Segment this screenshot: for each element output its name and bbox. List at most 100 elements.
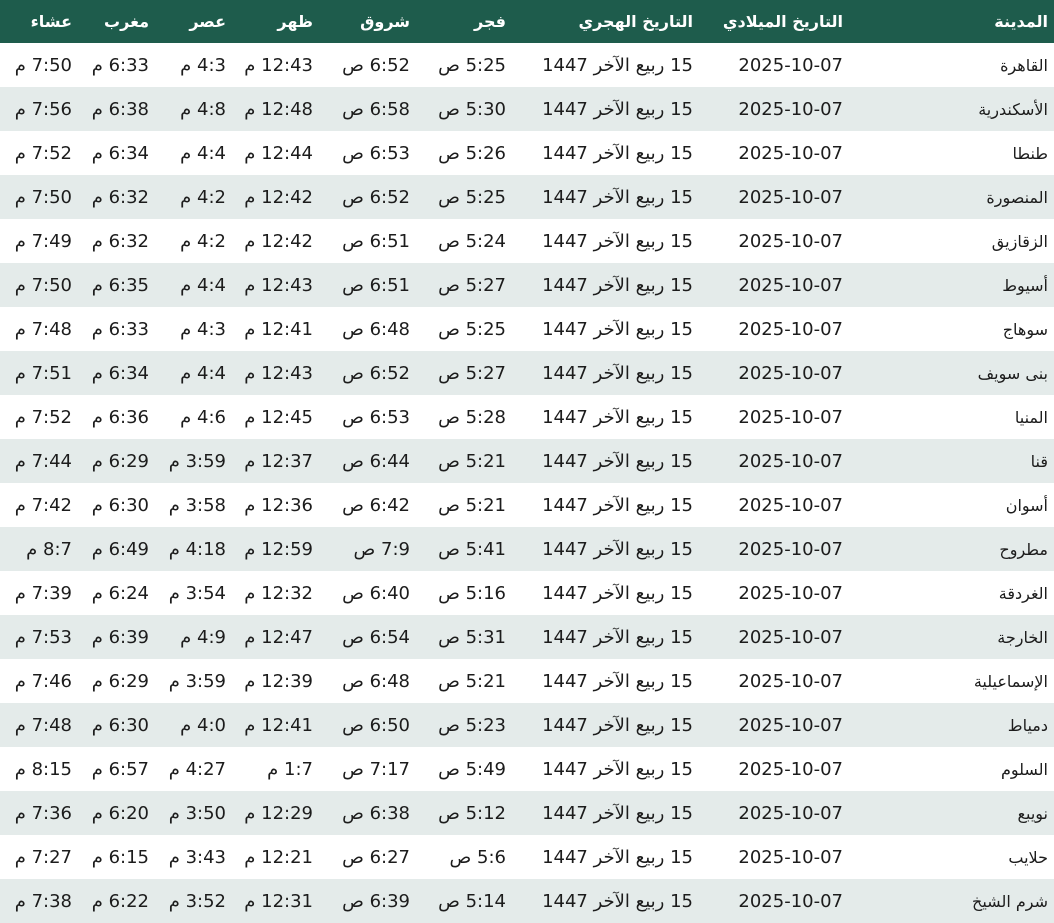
cell-isha: 7:36 م (14, 802, 72, 824)
cell-dhuhr: 12:21 م (244, 846, 313, 868)
cell-fajr: 5:28 ص (438, 406, 506, 428)
cell-dhuhr: 12:41 م (244, 318, 313, 340)
cell-shuruq: 6:52 ص (342, 54, 410, 76)
cell-gregorian-date: 2025-10-07 (738, 98, 843, 120)
cell-maghrib: 6:35 م (91, 274, 149, 296)
cell-maghrib: 6:49 م (91, 538, 149, 560)
table-header: المدينة التاريخ الميلادي التاريخ الهجري … (0, 0, 1054, 43)
cell-maghrib: 6:29 م (91, 450, 149, 472)
cell-maghrib: 6:34 م (91, 142, 149, 164)
cell-fajr: 5:6 ص (449, 846, 506, 868)
cell-city: مطروح (999, 539, 1048, 559)
cell-hijri-date: 15 ربيع الآخر 1447 (542, 758, 693, 780)
cell-gregorian-date: 2025-10-07 (738, 186, 843, 208)
header-maghrib: مغرب (104, 12, 149, 31)
cell-gregorian-date: 2025-10-07 (738, 802, 843, 824)
cell-isha: 7:52 م (14, 142, 72, 164)
header-shuruq: شروق (360, 12, 410, 31)
cell-city: شرم الشيخ (972, 891, 1048, 911)
cell-shuruq: 7:17 ص (342, 758, 410, 780)
cell-shuruq: 7:9 ص (353, 538, 410, 560)
table-row: الزقازيق 2025-10-07 15 ربيع الآخر 1447 5:24… (0, 219, 1054, 263)
cell-isha: 8:15 م (14, 758, 72, 780)
table-row: قنا 2025-10-07 15 ربيع الآخر 1447 5:21 ص 6:4… (0, 439, 1054, 483)
cell-city: قنا (1030, 451, 1048, 471)
header-dhuhr: ظهر (277, 12, 313, 31)
cell-isha: 7:48 م (14, 714, 72, 736)
cell-gregorian-date: 2025-10-07 (738, 54, 843, 76)
header-fajr: فجر (474, 12, 506, 31)
cell-dhuhr: 12:36 م (244, 494, 313, 516)
cell-asr: 4:18 م (168, 538, 226, 560)
cell-city: الزقازيق (991, 231, 1048, 251)
cell-gregorian-date: 2025-10-07 (738, 274, 843, 296)
cell-hijri-date: 15 ربيع الآخر 1447 (542, 450, 693, 472)
table-row: الغردقة 2025-10-07 15 ربيع الآخر 1447 5:16 … (0, 571, 1054, 615)
cell-isha: 7:51 م (14, 362, 72, 384)
cell-shuruq: 6:58 ص (342, 98, 410, 120)
cell-gregorian-date: 2025-10-07 (738, 318, 843, 340)
cell-gregorian-date: 2025-10-07 (738, 714, 843, 736)
cell-hijri-date: 15 ربيع الآخر 1447 (542, 538, 693, 560)
cell-maghrib: 6:30 م (91, 494, 149, 516)
table-row: الإسماعيلية 2025-10-07 15 ربيع الآخر 1447 5… (0, 659, 1054, 703)
table-row: القاهرة 2025-10-07 15 ربيع الآخر 1447 5:25 … (0, 43, 1054, 87)
cell-city: السلوم (1000, 759, 1048, 779)
cell-dhuhr: 12:29 م (244, 802, 313, 824)
cell-isha: 7:44 م (14, 450, 72, 472)
cell-asr: 3:52 م (168, 890, 226, 912)
cell-hijri-date: 15 ربيع الآخر 1447 (542, 230, 693, 252)
cell-isha: 7:38 م (14, 890, 72, 912)
cell-hijri-date: 15 ربيع الآخر 1447 (542, 582, 693, 604)
cell-fajr: 5:21 ص (438, 670, 506, 692)
cell-shuruq: 6:48 ص (342, 318, 410, 340)
cell-hijri-date: 15 ربيع الآخر 1447 (542, 362, 693, 384)
cell-asr: 3:59 م (168, 670, 226, 692)
cell-gregorian-date: 2025-10-07 (738, 626, 843, 648)
table-row: طنطا 2025-10-07 15 ربيع الآخر 1447 5:26 ص 6:… (0, 131, 1054, 175)
cell-fajr: 5:23 ص (438, 714, 506, 736)
cell-gregorian-date: 2025-10-07 (738, 406, 843, 428)
cell-hijri-date: 15 ربيع الآخر 1447 (542, 670, 693, 692)
cell-isha: 7:56 م (14, 98, 72, 120)
cell-hijri-date: 15 ربيع الآخر 1447 (542, 846, 693, 868)
cell-gregorian-date: 2025-10-07 (738, 362, 843, 384)
cell-shuruq: 6:53 ص (342, 142, 410, 164)
cell-gregorian-date: 2025-10-07 (738, 538, 843, 560)
cell-isha: 7:53 م (14, 626, 72, 648)
cell-city: أسوان (1005, 495, 1048, 515)
cell-asr: 3:50 م (168, 802, 226, 824)
cell-isha: 7:50 م (14, 54, 72, 76)
cell-hijri-date: 15 ربيع الآخر 1447 (542, 318, 693, 340)
cell-isha: 7:50 م (14, 274, 72, 296)
cell-shuruq: 6:51 ص (342, 230, 410, 252)
cell-isha: 7:49 م (14, 230, 72, 252)
header-hijri-date: التاريخ الهجري (578, 12, 693, 31)
cell-shuruq: 6:52 ص (342, 362, 410, 384)
cell-isha: 7:48 م (14, 318, 72, 340)
cell-asr: 3:58 م (168, 494, 226, 516)
cell-asr: 4:6 م (180, 406, 226, 428)
cell-dhuhr: 12:42 م (244, 230, 313, 252)
cell-shuruq: 6:40 ص (342, 582, 410, 604)
cell-asr: 4:27 م (168, 758, 226, 780)
cell-isha: 7:52 م (14, 406, 72, 428)
cell-city: سوهاج (1002, 319, 1048, 339)
cell-shuruq: 6:48 ص (342, 670, 410, 692)
cell-maghrib: 6:32 م (91, 186, 149, 208)
cell-dhuhr: 12:43 م (244, 274, 313, 296)
cell-dhuhr: 12:47 م (244, 626, 313, 648)
cell-city: الإسماعيلية (973, 671, 1048, 691)
header-gregorian-date: التاريخ الميلادي (722, 12, 843, 31)
cell-gregorian-date: 2025-10-07 (738, 670, 843, 692)
cell-city: أسيوط (1002, 275, 1048, 295)
table-row: نويبع 2025-10-07 15 ربيع الآخر 1447 5:12 ص 6… (0, 791, 1054, 835)
table-row: مطروح 2025-10-07 15 ربيع الآخر 1447 5:41 ص 7… (0, 527, 1054, 571)
table-row: المنصورة 2025-10-07 15 ربيع الآخر 1447 5:25… (0, 175, 1054, 219)
cell-fajr: 5:41 ص (438, 538, 506, 560)
table-row: الأسكندرية 2025-10-07 15 ربيع الآخر 1447 5:… (0, 87, 1054, 131)
cell-fajr: 5:25 ص (438, 54, 506, 76)
table-row: الخارجة 2025-10-07 15 ربيع الآخر 1447 5:31 … (0, 615, 1054, 659)
cell-asr: 4:9 م (180, 626, 226, 648)
cell-city: دمياط (1007, 715, 1048, 735)
